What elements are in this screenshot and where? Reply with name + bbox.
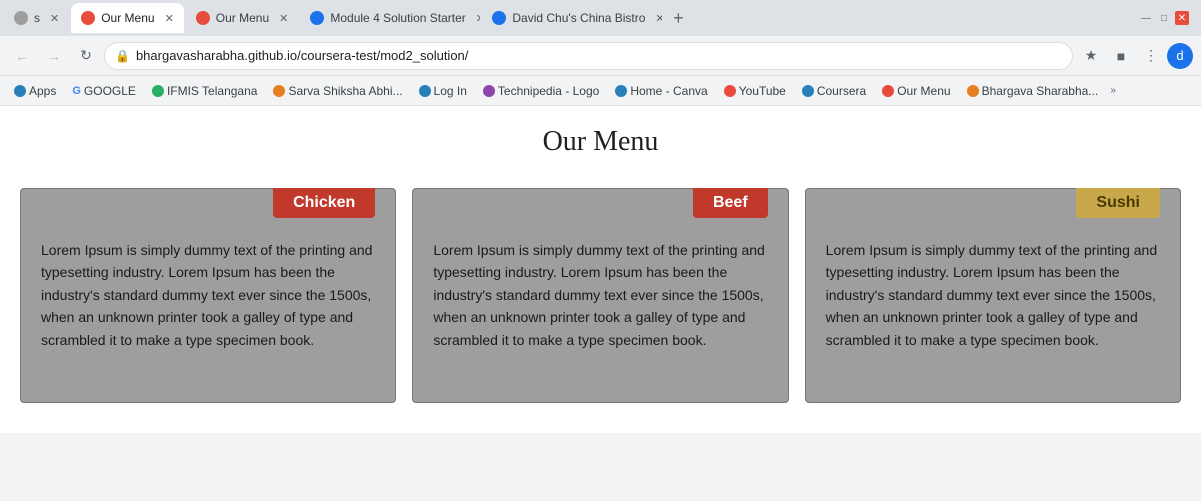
menu-card-sushi: Sushi Lorem Ipsum is simply dummy text o…: [805, 188, 1181, 403]
bookmark-technipedia-label: Technipedia - Logo: [498, 84, 599, 98]
bookmark-bhargava-label: Bhargava Sharabha...: [982, 84, 1099, 98]
tab-our-menu-1-favicon: [81, 11, 95, 25]
tab-module4-label: Module 4 Solution Starter: [330, 11, 465, 25]
tab-our-menu-1-label: Our Menu: [101, 11, 154, 25]
bookmark-technipedia[interactable]: Technipedia - Logo: [477, 82, 605, 100]
bookmark-youtube-label: YouTube: [739, 84, 786, 98]
bookmark-ifmis-label: IFMIS Telangana: [167, 84, 258, 98]
address-bar[interactable]: 🔒 bhargavasharabha.github.io/coursera-te…: [104, 42, 1073, 70]
bookmark-youtube[interactable]: YouTube: [718, 82, 792, 100]
tab-module4-close[interactable]: ✕: [476, 12, 481, 25]
close-button[interactable]: ✕: [1175, 11, 1189, 25]
tab-our-menu-2-label: Our Menu: [216, 11, 269, 25]
tab-david-chu[interactable]: David Chu's China Bistro ✕: [482, 3, 662, 33]
apps-icon: [14, 85, 26, 97]
ifmis-icon: [152, 85, 164, 97]
bookmarks-bar: Apps G GOOGLE IFMIS Telangana Sarva Shik…: [0, 76, 1201, 106]
nav-icons-right: ★ ■ ⋮ d: [1077, 42, 1193, 70]
browser-window: s ✕ Our Menu ✕ Our Menu ✕ Module 4 Solut…: [0, 0, 1201, 501]
tab-module4-favicon: [310, 11, 324, 25]
bookmark-google[interactable]: G GOOGLE: [66, 82, 142, 100]
bookmarks-more-chevron[interactable]: »: [1110, 85, 1116, 96]
minimize-button[interactable]: —: [1139, 11, 1153, 25]
tab-david-chu-label: David Chu's China Bistro: [512, 11, 645, 25]
bhargava-icon: [967, 85, 979, 97]
page-content: Our Menu Chicken Lorem Ipsum is simply d…: [0, 106, 1201, 433]
bookmark-ifmis[interactable]: IFMIS Telangana: [146, 82, 264, 100]
maximize-button[interactable]: □: [1157, 11, 1171, 25]
page-title: Our Menu: [0, 126, 1201, 158]
menu-cards-container: Chicken Lorem Ipsum is simply dummy text…: [0, 188, 1201, 403]
navigation-bar: ← → ↻ 🔒 bhargavasharabha.github.io/cours…: [0, 36, 1201, 76]
menu-card-chicken: Chicken Lorem Ipsum is simply dummy text…: [20, 188, 396, 403]
bookmark-login-label: Log In: [434, 84, 467, 98]
bookmark-canva[interactable]: Home - Canva: [609, 82, 713, 100]
tab-david-chu-favicon: [492, 11, 506, 25]
bookmark-our-menu[interactable]: Our Menu: [876, 82, 956, 100]
tab-s-label: s: [34, 11, 40, 25]
menu-card-beef: Beef Lorem Ipsum is simply dummy text of…: [412, 188, 788, 403]
tab-our-menu-1[interactable]: Our Menu ✕: [71, 3, 184, 33]
sushi-badge: Sushi: [1076, 188, 1160, 218]
bookmark-sarva[interactable]: Sarva Shiksha Abhi...: [267, 82, 408, 100]
settings-button[interactable]: ⋮: [1137, 42, 1165, 70]
our-menu-bm-icon: [882, 85, 894, 97]
bookmark-our-menu-label: Our Menu: [897, 84, 950, 98]
address-text: bhargavasharabha.github.io/coursera-test…: [136, 48, 1062, 63]
bookmark-apps[interactable]: Apps: [8, 82, 62, 100]
forward-button[interactable]: →: [40, 42, 68, 70]
tab-our-menu-2-favicon: [196, 11, 210, 25]
window-controls: — □ ✕: [1139, 11, 1197, 25]
tab-our-menu-1-close[interactable]: ✕: [165, 12, 174, 25]
sarva-icon: [273, 85, 285, 97]
bookmark-google-label: GOOGLE: [84, 84, 136, 98]
beef-badge: Beef: [693, 188, 768, 218]
bookmark-canva-label: Home - Canva: [630, 84, 707, 98]
bookmark-sarva-label: Sarva Shiksha Abhi...: [288, 84, 402, 98]
bookmark-bhargava[interactable]: Bhargava Sharabha...: [961, 82, 1105, 100]
youtube-icon: [724, 85, 736, 97]
tab-david-chu-close[interactable]: ✕: [655, 12, 662, 25]
back-button[interactable]: ←: [8, 42, 36, 70]
tab-s[interactable]: s ✕: [4, 3, 69, 33]
tab-module4[interactable]: Module 4 Solution Starter ✕: [300, 3, 480, 33]
chicken-badge: Chicken: [273, 188, 375, 218]
tab-our-menu-2[interactable]: Our Menu ✕: [186, 3, 299, 33]
bookmark-login[interactable]: Log In: [413, 82, 473, 100]
lock-icon: 🔒: [115, 49, 130, 63]
reload-button[interactable]: ↻: [72, 42, 100, 70]
profile-button[interactable]: d: [1167, 43, 1193, 69]
bookmark-apps-label: Apps: [29, 84, 56, 98]
bookmark-coursera-label: Coursera: [817, 84, 866, 98]
technipedia-icon: [483, 85, 495, 97]
coursera-icon: [802, 85, 814, 97]
tab-our-menu-2-close[interactable]: ✕: [279, 12, 288, 25]
new-tab-button[interactable]: +: [664, 4, 692, 32]
tab-bar: s ✕ Our Menu ✕ Our Menu ✕ Module 4 Solut…: [0, 0, 1201, 36]
canva-icon: [615, 85, 627, 97]
login-icon: [419, 85, 431, 97]
google-icon: G: [72, 85, 81, 97]
tab-s-favicon: [14, 11, 28, 25]
extensions-button[interactable]: ■: [1107, 42, 1135, 70]
bookmark-coursera[interactable]: Coursera: [796, 82, 872, 100]
tab-s-close[interactable]: ✕: [50, 12, 59, 25]
bookmark-star-button[interactable]: ★: [1077, 42, 1105, 70]
